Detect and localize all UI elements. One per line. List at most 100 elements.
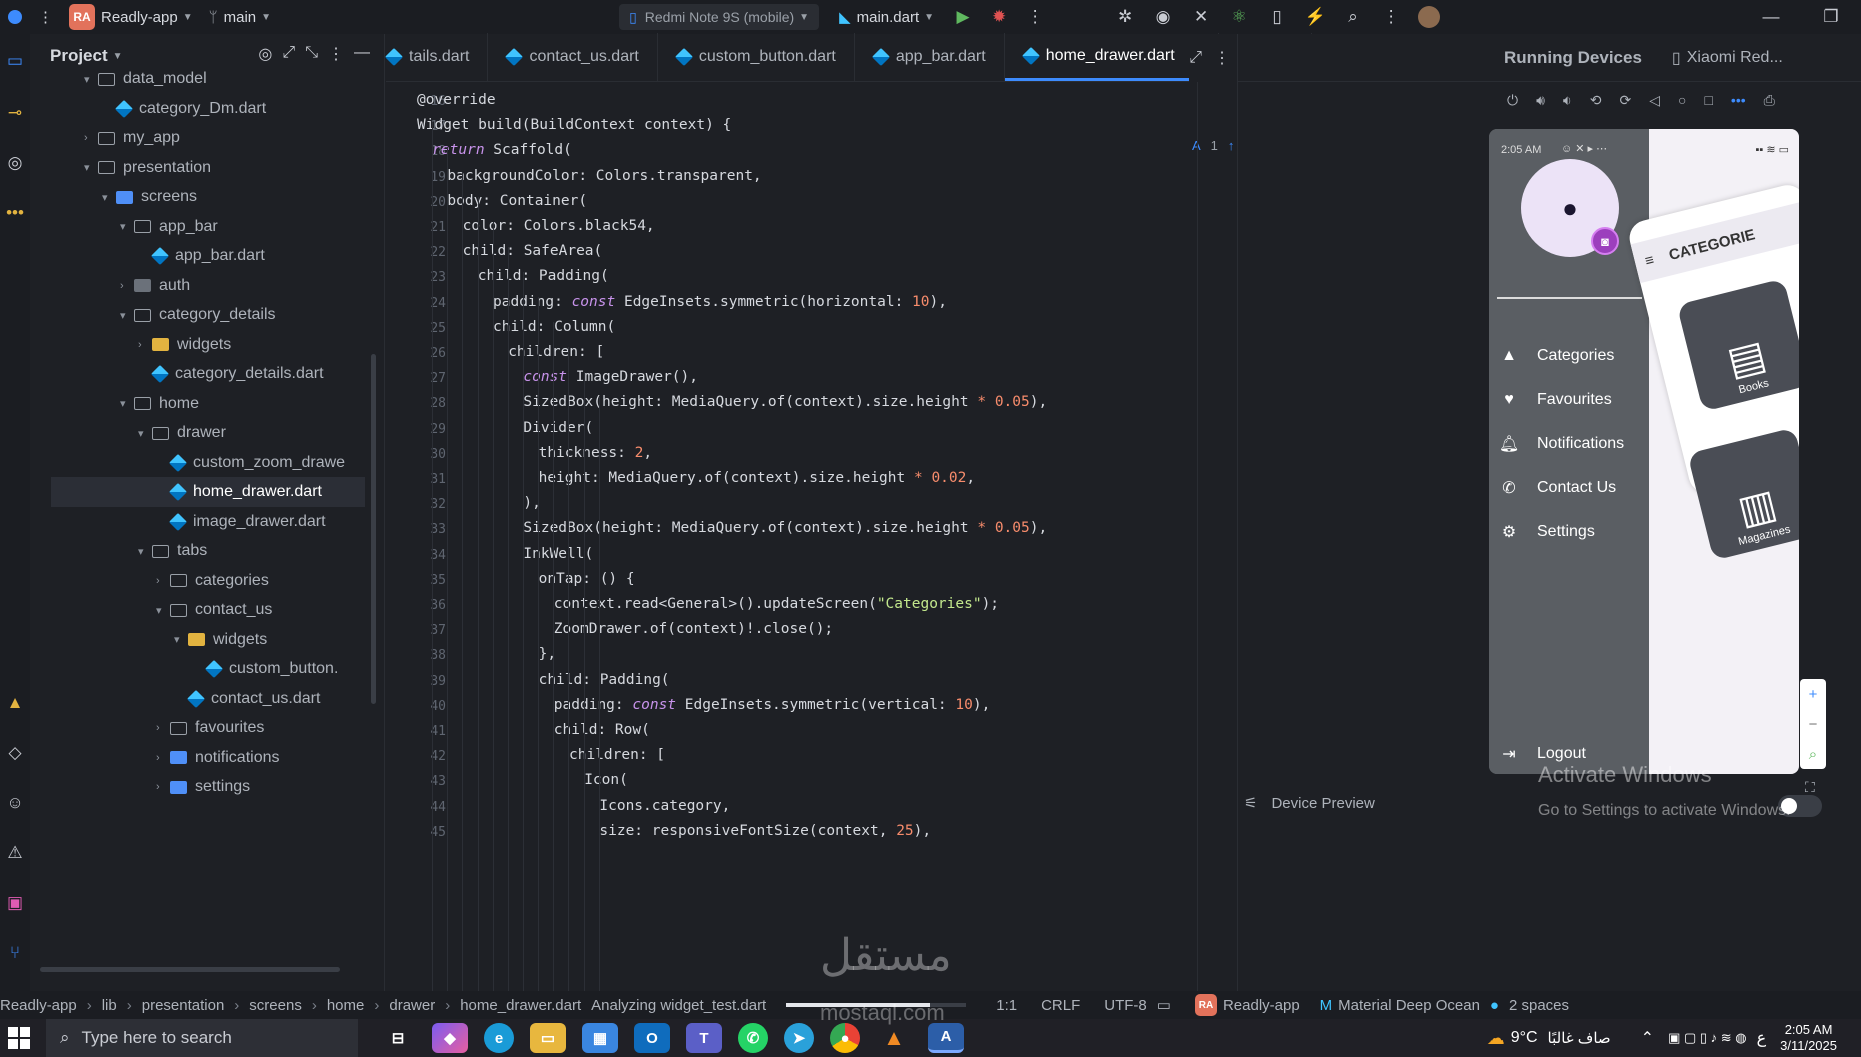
branch-selector[interactable]: ᛘ main ▼	[201, 0, 279, 34]
zoom-fit-icon[interactable]: ⌕	[1809, 746, 1817, 763]
store-icon[interactable]: ▦	[582, 1023, 618, 1053]
record-icon[interactable]: ◉	[1148, 2, 1178, 32]
code-line[interactable]: padding: const EdgeInsets.symmetric(hori…	[493, 294, 947, 310]
home-icon[interactable]: ○	[1678, 92, 1686, 109]
code-line[interactable]: Widget build(BuildContext context) {	[417, 117, 731, 133]
rotate-left-icon[interactable]: ⟲	[1590, 92, 1602, 109]
search-icon[interactable]: ⌕	[1338, 2, 1368, 32]
code-line[interactable]: color: Colors.black54,	[463, 218, 655, 234]
expand-arrow-icon[interactable]: ▾	[120, 397, 134, 410]
tree-item[interactable]: ▾ widgets	[30, 625, 380, 655]
locate-icon[interactable]: ◎	[258, 44, 272, 64]
breadcrumb-item[interactable]: home_drawer.dart	[460, 997, 581, 1014]
android-icon[interactable]: ☺	[0, 790, 30, 816]
back-icon[interactable]: ◁	[1649, 92, 1660, 109]
code-line[interactable]: return Scaffold(	[432, 142, 572, 158]
teams-icon[interactable]: T	[686, 1023, 722, 1053]
breadcrumb-item[interactable]: screens	[249, 997, 302, 1014]
gem-icon[interactable]: ◇	[0, 740, 30, 766]
tree-item[interactable]: › auth	[30, 271, 380, 301]
expand-arrow-icon[interactable]: ›	[156, 575, 170, 587]
task-view-icon[interactable]: ⊟	[380, 1023, 416, 1053]
tree-item[interactable]: category_Dm.dart	[30, 94, 380, 124]
edge-icon[interactable]: e	[484, 1023, 514, 1053]
rotate-right-icon[interactable]: ⟳	[1619, 92, 1631, 109]
code-line[interactable]: const ImageDrawer(),	[523, 369, 698, 385]
expand-arrow-icon[interactable]: ▾	[138, 427, 152, 440]
expand-arrow-icon[interactable]: ▾	[120, 309, 134, 322]
weather-text[interactable]: صاف غالبًا	[1548, 1029, 1611, 1047]
expand-arrow-icon[interactable]: ▾	[120, 220, 134, 233]
code-line[interactable]: Icons.category,	[599, 798, 730, 814]
drawer-item-contact-us[interactable]: ✆ Contact Us	[1499, 479, 1616, 497]
volume-down-icon[interactable]: 🔉︎	[1563, 92, 1572, 109]
user-avatar[interactable]	[1414, 2, 1444, 32]
more-actions-icon[interactable]: ⋮	[1020, 2, 1050, 32]
tree-item[interactable]: › settings	[30, 772, 380, 802]
tree-item[interactable]: ▾ app_bar	[30, 212, 380, 242]
tree-item[interactable]: ▾ screens	[30, 182, 380, 212]
tree-item[interactable]: › categories	[30, 566, 380, 596]
power-icon[interactable]: ⏻	[1507, 92, 1518, 109]
indent-setting[interactable]: 2 spaces	[1509, 997, 1569, 1014]
breadcrumb-item[interactable]: drawer	[389, 997, 435, 1014]
code-line[interactable]: child: Padding(	[478, 268, 609, 284]
whatsapp-icon[interactable]: ✆	[738, 1023, 768, 1053]
weather-temp[interactable]: 9°C	[1511, 1029, 1538, 1047]
code-area[interactable]: 16 @override 17 Widget build(BuildContext c…	[386, 82, 1236, 991]
tree-item[interactable]: ▾ tabs	[30, 536, 380, 566]
tray-icons[interactable]: ▣ ▢ ▯ ♪ ≋ ◍	[1668, 1030, 1747, 1046]
volume-up-icon[interactable]: 🔊︎	[1536, 92, 1545, 109]
taskbar-search[interactable]: ⌕ Type here to search	[46, 1019, 358, 1057]
expand-arrow-icon[interactable]: ▾	[138, 545, 152, 558]
code-line[interactable]: thickness: 2,	[539, 445, 653, 461]
settings-menu-icon[interactable]: ⋮	[1376, 2, 1406, 32]
terminal-icon[interactable]: ▣	[0, 890, 30, 916]
code-line[interactable]: height: MediaQuery.of(context).size.heig…	[539, 470, 976, 486]
more-tools-icon[interactable]: •••	[0, 200, 30, 226]
expand-all-icon[interactable]: ⤢	[282, 44, 295, 64]
editor-tab[interactable]: contact_us.dart	[488, 33, 658, 81]
code-line[interactable]: padding: const EdgeInsets.symmetric(vert…	[554, 697, 991, 713]
tree-item[interactable]: custom_button.	[30, 654, 380, 684]
drawer-item-favourites[interactable]: ♥ Favourites	[1499, 391, 1611, 409]
tree-item[interactable]: category_details.dart	[30, 359, 380, 389]
options-icon[interactable]: ⋮	[328, 44, 344, 64]
main-menu-button[interactable]: ⋮	[30, 0, 61, 34]
code-line[interactable]: child: Padding(	[539, 672, 670, 688]
tree-item[interactable]: image_drawer.dart	[30, 507, 380, 537]
expand-arrow-icon[interactable]: ›	[156, 781, 170, 793]
android-studio-icon[interactable]: A	[928, 1023, 964, 1053]
tree-item[interactable]: › notifications	[30, 743, 380, 773]
device-screen[interactable]: 2:05 AM ☺ ✕ ▸ ⋯ ▪▪ ≋ ▭ ● ◙ ▲ Categories …	[1489, 129, 1799, 774]
code-line[interactable]: backgroundColor: Colors.transparent,	[447, 168, 761, 184]
caret-position[interactable]: 1:1	[996, 997, 1017, 1014]
project-view-icon[interactable]: ▭	[0, 48, 30, 74]
editor-tab[interactable]: app_bar.dart	[855, 33, 1005, 81]
status-indicator-icon[interactable]: ●	[1490, 997, 1499, 1014]
code-line[interactable]: Divider(	[523, 420, 593, 436]
app-quality-icon[interactable]: ▲	[0, 690, 30, 716]
device-manager-icon[interactable]: ▯	[1262, 2, 1292, 32]
breadcrumb-item[interactable]: lib	[102, 997, 117, 1014]
clock-time[interactable]: 2:05 AM	[1785, 1022, 1833, 1038]
code-line[interactable]: @override	[417, 92, 496, 108]
telegram-icon[interactable]: ➤	[784, 1023, 814, 1053]
expand-arrow-icon[interactable]: ›	[156, 752, 170, 764]
debug-icon[interactable]: ✹	[984, 2, 1014, 32]
editor-tab[interactable]: tails.dart	[384, 33, 489, 81]
tree-item[interactable]: › my_app	[30, 123, 380, 153]
camera-icon[interactable]: ◙	[1591, 227, 1619, 255]
zoom-in-icon[interactable]: +	[1809, 686, 1818, 703]
editor-tab[interactable]: custom_button.dart	[658, 33, 855, 81]
tree-item[interactable]: contact_us.dart	[30, 684, 380, 714]
expand-icon[interactable]: ⤢	[1189, 49, 1202, 67]
tree-item[interactable]: app_bar.dart	[30, 241, 380, 271]
notifications-icon[interactable]: ⚠	[0, 840, 30, 866]
zoom-out-icon[interactable]: −	[1809, 716, 1818, 733]
tree-item[interactable]: custom_zoom_drawe	[30, 448, 380, 478]
tree-hscrollbar[interactable]	[40, 967, 340, 972]
chrome-icon[interactable]: ●	[830, 1023, 860, 1053]
drawer-item-logout[interactable]: ⇥ Logout	[1499, 745, 1586, 763]
editor-tab[interactable]: home_drawer.dart✕	[1004, 33, 1219, 81]
